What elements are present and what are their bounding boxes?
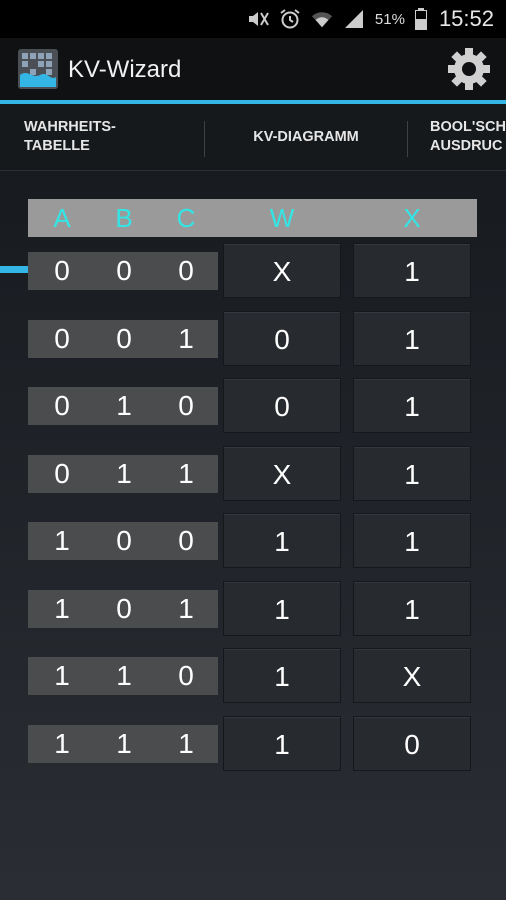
input-b: 1	[116, 728, 132, 759]
input-cell: 0 1 1	[28, 455, 218, 493]
tab-label-line2: AUSDRUC	[430, 138, 503, 154]
tab-label-line1: BOOL'SCH	[430, 119, 506, 135]
input-b: 1	[116, 660, 132, 691]
header-x: X	[403, 203, 421, 233]
input-cell: 1 0 1	[28, 590, 218, 628]
app-logo-icon[interactable]	[16, 47, 60, 91]
output-x-button[interactable]: 0	[353, 716, 471, 771]
output-w-button[interactable]: 1	[223, 513, 341, 568]
tab-label: KV-DIAGRAMM	[253, 128, 359, 145]
input-a: 0	[54, 458, 70, 489]
output-w-button[interactable]: 1	[223, 581, 341, 636]
input-c: 1	[178, 458, 194, 489]
input-c: 0	[178, 525, 194, 556]
input-c: 1	[178, 728, 194, 759]
wifi-icon	[311, 8, 333, 30]
clock: 15:52	[438, 6, 494, 31]
status-bar: 51% 15:52	[0, 0, 506, 38]
input-c: 0	[178, 390, 194, 421]
input-b: 0	[116, 323, 132, 354]
output-x-button[interactable]: 1	[353, 311, 471, 366]
battery-icon	[414, 8, 427, 30]
tab-label-line1: WAHRHEITS-	[24, 119, 116, 135]
input-cell: 1 1 0	[28, 657, 218, 695]
input-b: 0	[116, 525, 132, 556]
tab-divider	[407, 121, 408, 157]
input-a: 0	[54, 255, 70, 286]
input-cell: 1 0 0	[28, 522, 218, 560]
output-x-button[interactable]: X	[353, 648, 471, 703]
tab-wahrheitstabelle[interactable]: WAHRHEITS- TABELLE	[24, 104, 204, 170]
tab-boolscher-ausdruck[interactable]: BOOL'SCH AUSDRUC	[430, 104, 506, 170]
tab-label-line2: TABELLE	[24, 138, 90, 154]
input-cell: 1 1 1	[28, 725, 218, 763]
input-c: 1	[178, 323, 194, 354]
input-b: 1	[116, 390, 132, 421]
output-x-button[interactable]: 1	[353, 243, 471, 298]
settings-gear-icon[interactable]	[446, 46, 492, 92]
input-cell: 0 1 0	[28, 387, 218, 425]
input-cell: 0 0 0	[28, 252, 218, 290]
mute-icon	[247, 8, 269, 30]
signal-icon	[343, 8, 365, 30]
app-title: KV-Wizard	[68, 56, 182, 83]
output-x-button[interactable]: 1	[353, 581, 471, 636]
output-w-button[interactable]: 0	[223, 311, 341, 366]
output-x-button[interactable]: 1	[353, 446, 471, 501]
output-w-button[interactable]: 0	[223, 378, 341, 433]
input-b: 0	[116, 593, 132, 624]
output-x-button[interactable]: 1	[353, 513, 471, 568]
table-header: A B C W X	[28, 199, 477, 237]
input-cell: 0 0 1	[28, 320, 218, 358]
input-a: 1	[54, 593, 70, 624]
header-b: B	[115, 203, 133, 233]
tab-divider	[204, 121, 205, 157]
output-w-button[interactable]: 1	[223, 716, 341, 771]
status-icons: 51% 15:52	[247, 0, 494, 38]
input-c: 1	[178, 593, 194, 624]
header-c: C	[176, 203, 196, 233]
input-a: 1	[54, 660, 70, 691]
input-a: 1	[54, 728, 70, 759]
header-a: A	[53, 203, 71, 233]
output-w-button[interactable]: X	[223, 446, 341, 501]
action-bar: KV-Wizard	[0, 38, 506, 100]
input-c: 0	[178, 255, 194, 286]
header-w: W	[269, 203, 295, 233]
input-a: 0	[54, 390, 70, 421]
output-x-button[interactable]: 1	[353, 378, 471, 433]
tab-bar: WAHRHEITS- TABELLE KV-DIAGRAMM BOOL'SCH AU…	[0, 104, 506, 273]
tab-kv-diagramm[interactable]: KV-DIAGRAMM	[206, 104, 406, 170]
input-c: 0	[178, 660, 194, 691]
input-b: 0	[116, 255, 132, 286]
input-a: 0	[54, 323, 70, 354]
alarm-icon	[279, 8, 301, 30]
output-w-button[interactable]: X	[223, 243, 341, 298]
input-a: 1	[54, 525, 70, 556]
battery-percent: 51%	[374, 10, 405, 28]
input-b: 1	[116, 458, 132, 489]
output-w-button[interactable]: 1	[223, 648, 341, 703]
